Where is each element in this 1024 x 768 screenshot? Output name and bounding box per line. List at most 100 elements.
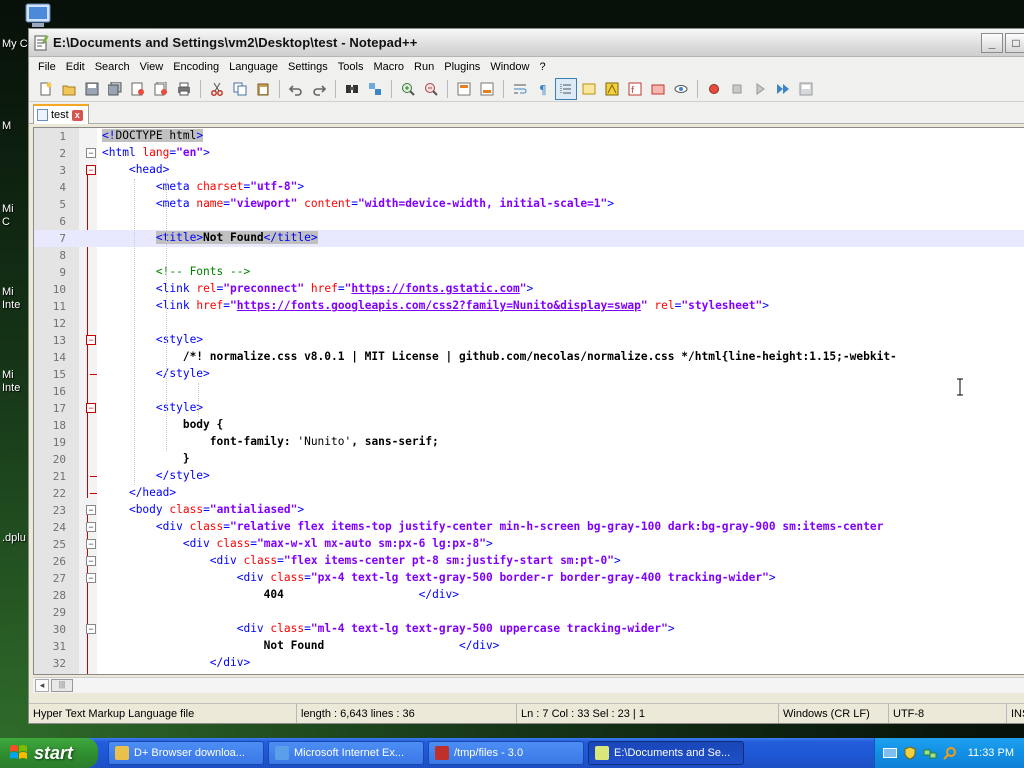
user-language-icon[interactable] [578,78,600,100]
scroll-thumb[interactable]: ||| [51,679,73,692]
save-all-icon[interactable] [104,78,126,100]
fold-toggle-icon[interactable]: − [86,539,96,549]
taskbar-button[interactable]: E:\Documents and Se... [588,741,744,765]
code-editor[interactable]: 1 <!DOCTYPE html> 2− <html lang="en"> 3− <he… [33,127,1024,675]
fold-toggle-icon[interactable]: − [86,573,96,583]
document-map-icon[interactable] [601,78,623,100]
desktop-icon-label[interactable]: Inte [2,299,20,311]
code-line[interactable]: 5 <meta name="viewport" content="width=d… [34,196,1024,213]
close-all-icon[interactable] [150,78,172,100]
code-line[interactable]: 16 [34,383,1024,400]
menu-help[interactable]: ? [534,61,550,73]
desktop-icon-label[interactable]: Mi [2,369,14,381]
close-tab-icon[interactable]: x [71,109,83,121]
desktop-icon-label[interactable]: .dplu [2,532,26,544]
zoom-out-icon[interactable] [420,78,442,100]
my-computer-icon[interactable] [22,2,54,30]
code-line[interactable]: 25 − <div class="max-w-xl mx-auto sm:px-6… [34,536,1024,553]
code-line[interactable]: 7 <title>Not Found</title> [34,230,1024,247]
stop-recording-icon[interactable] [726,78,748,100]
code-line[interactable]: 26 − <div class="flex items-center pt-8 s… [34,553,1024,570]
code-line[interactable]: 1 <!DOCTYPE html> [34,128,1024,145]
code-line[interactable]: 6 [34,213,1024,230]
code-line[interactable]: 9 <!-- Fonts --> [34,264,1024,281]
search-icon[interactable] [943,746,957,760]
taskbar-button[interactable]: Microsoft Internet Ex... [268,741,424,765]
menu-settings[interactable]: Settings [283,61,333,73]
scroll-left-icon[interactable]: ◂ [35,679,49,692]
code-line[interactable]: 8 [34,247,1024,264]
code-line[interactable]: 28 404 </div> [34,587,1024,604]
desktop-icon-label[interactable]: Mi [2,203,14,215]
title-bar[interactable]: E:\Documents and Settings\vm2\Desktop\te… [29,29,1024,57]
code-line[interactable]: 18 body { [34,417,1024,434]
menu-macro[interactable]: Macro [368,61,409,73]
menu-tools[interactable]: Tools [333,61,369,73]
code-line[interactable]: 19 font-family: 'Nunito', sans-serif; [34,434,1024,451]
menu-encoding[interactable]: Encoding [168,61,224,73]
sync-horizontal-icon[interactable] [476,78,498,100]
fold-toggle-icon[interactable]: − [86,522,96,532]
maximize-button[interactable]: □ [1005,33,1024,53]
save-icon[interactable] [81,78,103,100]
undo-icon[interactable] [285,78,307,100]
code-line[interactable]: 31 Not Found </div> [34,638,1024,655]
code-line[interactable]: 3 − <head> [34,162,1024,179]
close-file-icon[interactable] [127,78,149,100]
tab-test[interactable]: test x [33,104,89,124]
code-line[interactable]: 24 − <div class="relative flex items-top … [34,519,1024,536]
find-icon[interactable] [341,78,363,100]
code-line[interactable]: 32 </div> [34,655,1024,672]
security-shield-icon[interactable] [903,746,917,760]
desktop-icon-label[interactable]: M [2,120,11,132]
menu-view[interactable]: View [135,61,169,73]
code-line[interactable]: 15 </style> [34,366,1024,383]
show-all-characters-icon[interactable]: ¶ [532,78,554,100]
code-line[interactable]: 30 − <div class="ml-4 text-lg text-gray-5… [34,621,1024,638]
code-line[interactable]: 12 [34,315,1024,332]
fold-toggle-icon[interactable]: − [86,403,96,413]
monitoring-icon[interactable] [670,78,692,100]
code-line[interactable]: 4 <meta charset="utf-8"> [34,179,1024,196]
playback-macro-icon[interactable] [749,78,771,100]
menu-plugins[interactable]: Plugins [439,61,485,73]
desktop-icon-label[interactable]: Mi [2,286,14,298]
word-wrap-icon[interactable] [509,78,531,100]
menu-file[interactable]: File [33,61,61,73]
code-line[interactable]: 2 − <html lang="en"> [34,145,1024,162]
fold-toggle-icon[interactable]: − [86,624,96,634]
code-line[interactable]: 14 /*! normalize.css v8.0.1 | MIT Licens… [34,349,1024,366]
folder-as-workspace-icon[interactable] [647,78,669,100]
indent-guide-icon[interactable] [555,77,577,100]
zoom-in-icon[interactable] [397,78,419,100]
code-line[interactable]: 13 − <style> [34,332,1024,349]
network-icon[interactable] [923,746,937,760]
fold-toggle-icon[interactable]: − [86,335,96,345]
menu-window[interactable]: Window [485,61,534,73]
start-button[interactable]: start [0,738,98,768]
menu-search[interactable]: Search [90,61,135,73]
code-line[interactable]: 17 − <style> [34,400,1024,417]
code-line[interactable]: 10 <link rel="preconnect" href="https://… [34,281,1024,298]
minimize-button[interactable]: _ [981,33,1003,53]
fold-toggle-icon[interactable]: − [86,165,96,175]
run-macro-multiple-icon[interactable] [772,78,794,100]
open-file-icon[interactable] [58,78,80,100]
horizontal-scrollbar[interactable]: ◂ ||| [33,677,1024,693]
code-line[interactable]: 23 − <body class="antialiased"> [34,502,1024,519]
desktop-icon-label[interactable]: Inte [2,382,20,394]
code-line[interactable]: 27 − <div class="px-4 text-lg text-gray-5… [34,570,1024,587]
fold-toggle-icon[interactable]: − [86,556,96,566]
code-line[interactable]: 20 } [34,451,1024,468]
replace-icon[interactable] [364,78,386,100]
taskbar-button[interactable]: D+ Browser downloa... [108,741,264,765]
code-line[interactable]: 29 [34,604,1024,621]
paste-icon[interactable] [252,78,274,100]
copy-icon[interactable] [229,78,251,100]
keyboard-icon[interactable] [883,748,897,758]
code-line[interactable]: 11 <link href="https://fonts.googleapis.… [34,298,1024,315]
taskbar-button[interactable]: /tmp/files - 3.0 [428,741,584,765]
desktop-icon-label[interactable]: C [2,216,10,228]
sync-vertical-icon[interactable] [453,78,475,100]
menu-run[interactable]: Run [409,61,439,73]
